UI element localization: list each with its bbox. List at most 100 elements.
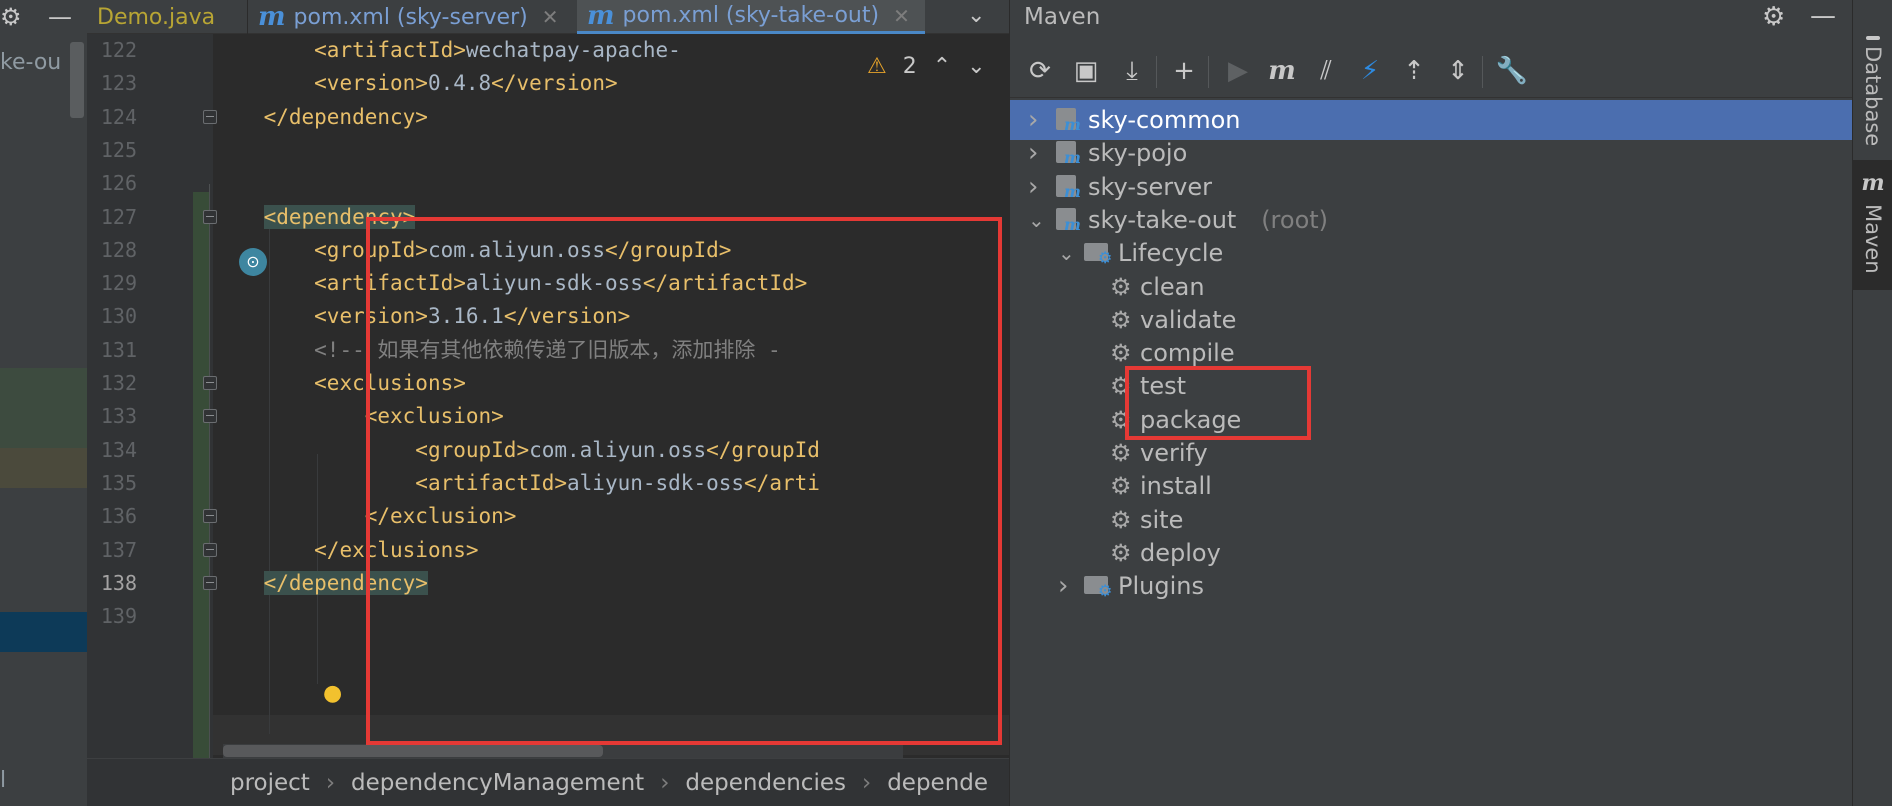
breadcrumb-item[interactable]: dependencyManagement (351, 770, 644, 796)
show-dependencies-icon[interactable]: ⇡ (1394, 46, 1434, 96)
line-number[interactable]: 126 (87, 170, 137, 196)
wrench-icon[interactable]: 🔧 (1492, 46, 1532, 96)
tree-band-green (0, 368, 87, 448)
tab-pom-sky-server[interactable]: m pom.xml (sky-server) ✕ (247, 0, 575, 34)
hide-panel-icon[interactable]: — (48, 2, 72, 32)
code-line[interactable]: </dependency> (213, 97, 428, 137)
tab-label: pom.xml (sky-server) (293, 4, 528, 30)
xml-open-tag: <version> (314, 71, 428, 96)
database-tool-label: Database (1861, 46, 1885, 147)
line-number[interactable]: 123 (87, 70, 137, 96)
chevron-down-icon[interactable]: ⌄ (967, 54, 985, 79)
add-icon[interactable]: + (1164, 46, 1204, 96)
xml-close-tag: </version> (491, 71, 618, 96)
line-number[interactable]: 131 (87, 337, 137, 363)
line-number[interactable]: 133 (87, 403, 137, 429)
project-panel-scrollbar[interactable] (70, 42, 84, 118)
project-tree-fragment-bottom: l (0, 768, 7, 793)
line-number[interactable]: 139 (87, 603, 137, 629)
editor-gutter: 122 123 124 125 126 127 128 129 130 131 132 133 134 1… (87, 34, 217, 764)
line-number[interactable]: 136 (87, 503, 137, 529)
inspection-widget[interactable]: ⚠ 2 ⌃ ⌄ (867, 54, 986, 79)
tree-node-label: Plugins (1118, 572, 1204, 601)
chevron-right-icon: › (861, 769, 872, 796)
close-icon[interactable]: ✕ (893, 4, 910, 28)
xml-open-tag: <artifactId> (314, 38, 466, 62)
toolbar-separator (1156, 56, 1157, 88)
xml-text: wechatpay-apache- (465, 38, 681, 62)
toolbar-separator (1482, 56, 1483, 88)
line-number[interactable]: 125 (87, 137, 137, 163)
project-panel-strip: ⚙ — ke-ou l (0, 0, 87, 806)
folder-gear-icon: ⚙ (1084, 566, 1114, 606)
toolbar-separator (1208, 56, 1209, 88)
warning-count: 2 (902, 54, 917, 79)
collapse-all-icon[interactable]: ⇕ (1438, 46, 1478, 96)
line-number[interactable]: 122 (87, 37, 137, 63)
breadcrumb-item[interactable]: project (230, 770, 310, 796)
fold-guide (209, 184, 210, 764)
chevron-right-icon: › (660, 769, 670, 796)
reload-icon[interactable]: ⟳ (1020, 46, 1060, 96)
xml-text: 0.4.8 (427, 71, 492, 96)
horizontal-scrollbar-thumb[interactable] (223, 745, 603, 757)
line-number[interactable]: 128 (87, 237, 137, 263)
tab-demo-java[interactable]: Demo.java (87, 0, 247, 34)
line-number[interactable]: 129 (87, 270, 137, 296)
line-number[interactable]: 127 (87, 204, 137, 230)
toggle-offline-icon[interactable]: ⫽ (1306, 46, 1346, 96)
lightbulb-icon[interactable]: ● (323, 681, 342, 706)
tree-node-plugins[interactable]: › ⚙ Plugins (1010, 566, 1853, 606)
chevron-right-icon[interactable]: › (1058, 566, 1068, 606)
maven-toolbar: ⟳ ▣ ⤓ + ▶ m ⫽ ⚡ ⇡ ⇕ 🔧 (1010, 46, 1853, 98)
download-icon[interactable]: ⤓ (1112, 46, 1152, 96)
chevron-up-icon[interactable]: ⌃ (933, 54, 951, 79)
maven-panel-header: Maven ⚙ — (1010, 0, 1853, 34)
tree-band-selected (0, 612, 87, 652)
line-number[interactable]: 124 (87, 104, 137, 130)
line-number[interactable]: 130 (87, 303, 137, 329)
gear-icon[interactable]: ⚙ (1762, 0, 1785, 34)
line-number[interactable]: 132 (87, 370, 137, 396)
line-number[interactable]: 137 (87, 537, 137, 563)
maven-icon: m (587, 0, 615, 31)
compile-highlight-box (1125, 366, 1311, 440)
breadcrumb-item[interactable]: depende (887, 770, 988, 796)
close-icon[interactable]: ✕ (542, 5, 559, 29)
chevron-right-icon: › (325, 769, 336, 796)
skip-tests-icon[interactable]: ⚡ (1350, 46, 1390, 96)
warning-icon: ⚠ (867, 54, 887, 79)
line-number[interactable]: 138 (87, 570, 137, 596)
horizontal-scrollbar[interactable] (223, 744, 903, 758)
line-number[interactable]: 134 (87, 437, 137, 463)
chevron-down-icon[interactable]: ⌄ (967, 0, 985, 34)
vcs-change-marker[interactable] (193, 192, 209, 760)
hide-panel-icon[interactable]: — (1810, 0, 1836, 32)
run-icon[interactable]: ▶ (1218, 46, 1258, 96)
tab-pom-sky-take-out[interactable]: m pom.xml (sky-take-out) ✕ (577, 0, 925, 34)
database-icon (1866, 36, 1880, 40)
implementation-marker-icon[interactable]: ⊙ (239, 248, 267, 276)
tab-label: Demo.java (97, 4, 216, 30)
maven-tool-button[interactable]: m Maven (1853, 160, 1892, 290)
maven-panel-title: Maven (1024, 4, 1101, 30)
generate-sources-icon[interactable]: ▣ (1066, 46, 1106, 96)
project-tree-fragment: ke-ou (0, 50, 62, 75)
database-tool-button[interactable]: Database (1853, 36, 1892, 146)
maven-goal-icon[interactable]: m (1262, 46, 1302, 96)
gear-icon[interactable]: ⚙ (0, 2, 22, 32)
breadcrumb-item[interactable]: dependencies (685, 770, 846, 796)
editor-tab-bar: Demo.java m pom.xml (sky-server) ✕ m pom… (87, 0, 1009, 34)
line-number[interactable]: 135 (87, 470, 137, 496)
maven-projects-tree: › m sky-common › m sky-pojo › m sky-server ⌄ m sky-… (1010, 100, 1853, 806)
breadcrumb: project › dependencyManagement › dependencie… (87, 758, 1009, 806)
